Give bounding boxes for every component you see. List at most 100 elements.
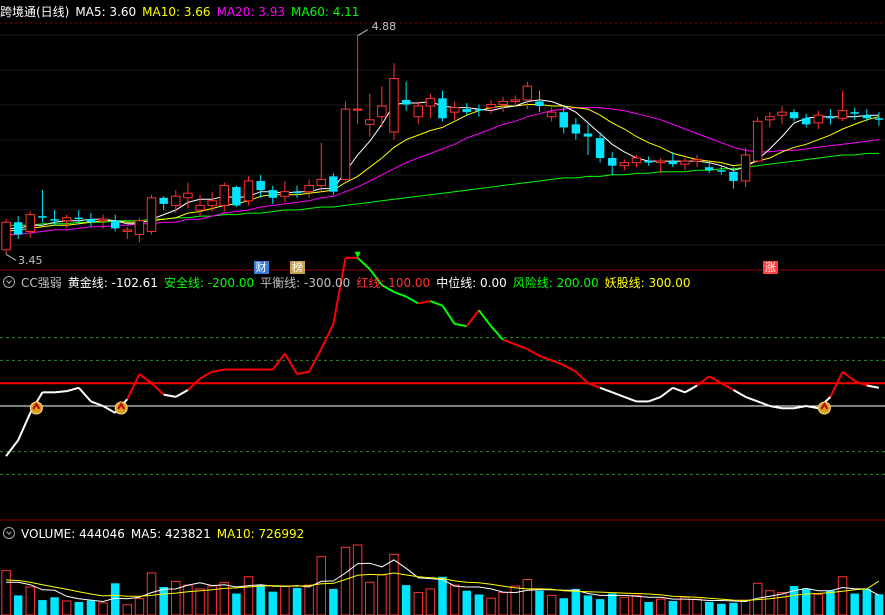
strength-line-segment: [138, 373, 153, 384]
candle-body: [280, 191, 290, 197]
volume-bar: [595, 599, 605, 615]
volume-bar: [377, 574, 387, 615]
volume-bar: [98, 602, 108, 615]
candle-body: [389, 78, 399, 133]
high-price-label: 4.88: [371, 19, 397, 33]
volume-bar: [826, 590, 835, 615]
candle-body: [789, 112, 799, 119]
strength-line-segment: [393, 291, 407, 298]
volume-bar: [644, 601, 653, 615]
candle-body: [813, 114, 824, 124]
volume-legend-item-0: VOLUME: 444046: [21, 527, 125, 541]
indicator-legend-item-4: 中位线: 0.00: [436, 276, 507, 290]
candle-body: [195, 204, 205, 211]
strength-line-segment: [54, 390, 67, 394]
volume-bar: [474, 594, 484, 615]
candle-body: [74, 217, 84, 220]
candle-body: [862, 115, 872, 119]
candle-body: [134, 220, 145, 235]
strength-line-segment: [356, 257, 371, 270]
strength-line-segment: [866, 384, 880, 389]
candle-body: [644, 161, 653, 163]
strength-line-segment: [829, 371, 844, 398]
candle-body: [680, 160, 690, 165]
volume-bar: [13, 595, 23, 615]
candle-body: [874, 118, 884, 120]
volume-bar: [850, 593, 859, 615]
strength-line-segment: [563, 364, 577, 373]
ma-legend-item-3: MA60: 4.11: [291, 5, 360, 19]
candle-body: [122, 229, 133, 232]
volume-legend-item-2: MA10: 726992: [216, 527, 305, 541]
volume-bar: [195, 588, 205, 615]
volume-bar: [74, 601, 84, 615]
strength-line-segment: [745, 395, 759, 403]
volume-bar: [171, 580, 181, 615]
strength-line-segment: [175, 389, 189, 398]
volume-panel[interactable]: [1, 544, 884, 615]
strength-line-segment: [211, 368, 225, 373]
volume-bar: [862, 588, 872, 615]
indicator-legend-item-0: 黄金线: -102.61: [67, 276, 158, 290]
volume-bar: [268, 591, 278, 615]
volume-bar: [1, 570, 11, 615]
strength-line-segment: [660, 386, 674, 398]
strength-line-segment: [599, 386, 613, 394]
collapse-icon-volume[interactable]: [3, 527, 15, 539]
volume-bar: [304, 584, 314, 615]
strength-line-segment: [296, 370, 310, 376]
volume-bar: [316, 556, 327, 615]
candle-body: [655, 160, 666, 164]
strength-line-segment: [841, 371, 856, 382]
strength-line-segment: [430, 300, 443, 307]
candle-body: [631, 157, 642, 164]
volume-bar: [425, 588, 436, 615]
volume-bar: [413, 592, 423, 615]
candle-body: [498, 100, 508, 106]
volume-bar: [535, 590, 544, 615]
candle-body: [86, 219, 96, 223]
volume-bar: [607, 593, 617, 615]
candle-body: [316, 178, 327, 187]
strength-line-segment: [102, 405, 116, 414]
volume-bar: [292, 587, 302, 615]
strength-line-segment: [708, 375, 722, 385]
volume-bar: [668, 601, 678, 615]
candle-body: [619, 162, 630, 167]
strength-line-segment: [732, 389, 747, 398]
volume-bar: [256, 585, 265, 615]
strength-line-segment: [648, 395, 662, 403]
strength-line-segment: [163, 393, 176, 398]
candle-body: [595, 138, 605, 159]
candle-body: [486, 104, 496, 109]
candle-body: [50, 219, 59, 221]
candle-body: [243, 180, 254, 202]
strength-line-segment: [551, 359, 565, 366]
strength-line-segment: [320, 323, 335, 350]
candle-body: [256, 180, 265, 191]
price-panel[interactable]: [1, 29, 884, 261]
candle-body: [329, 176, 338, 192]
volume-bar: [510, 585, 520, 615]
volume-bar: [449, 584, 460, 615]
candle-body: [425, 97, 436, 107]
event-badge-1[interactable]: 榜: [290, 261, 306, 274]
candle-body: [25, 214, 36, 232]
candle-body: [777, 111, 787, 116]
indicator-legend-item-5: 风险线: 200.00: [512, 276, 599, 290]
indicator-legend-item-6: 妖股线: 300.00: [604, 276, 691, 290]
price-title[interactable]: 跨境通(日线): [0, 5, 69, 19]
candle-body: [438, 98, 447, 119]
indicator-title[interactable]: CC强弱: [21, 276, 62, 290]
collapse-icon[interactable]: [3, 276, 15, 288]
strength-line-segment: [611, 391, 625, 398]
volume-bar: [680, 596, 690, 615]
event-badge-0[interactable]: 财: [253, 261, 269, 274]
indicator-legend-item-1: 安全线: -200.00: [163, 276, 255, 290]
strength-line-segment: [78, 387, 92, 403]
volume-bar: [777, 592, 787, 615]
volume-bar: [329, 588, 338, 615]
strength-line-segment: [454, 322, 467, 328]
strength-line-segment: [126, 373, 141, 400]
event-badge-2[interactable]: 涨: [762, 261, 778, 274]
